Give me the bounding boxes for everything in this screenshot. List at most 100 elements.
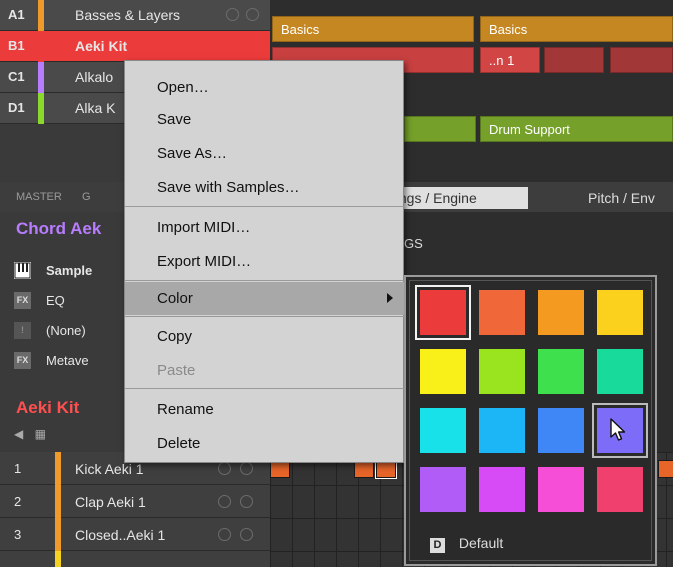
menu-item-copy[interactable]: Copy <box>125 320 405 353</box>
group-id: C1 <box>8 69 25 84</box>
pad-color-strip <box>55 551 61 567</box>
pad-row[interactable]: 2 Clap Aeki 1 <box>0 485 270 518</box>
pad-name: Clap Aeki 1 <box>75 494 146 510</box>
menu-item-export-midi[interactable]: Export MIDI… <box>125 245 405 278</box>
kit-toolbar: ◀ ▦ <box>14 427 46 441</box>
color-swatch[interactable] <box>415 285 471 340</box>
color-swatch[interactable] <box>479 467 525 512</box>
menu-item-import-midi[interactable]: Import MIDI… <box>125 211 405 244</box>
color-swatch[interactable] <box>479 290 525 335</box>
default-color-option[interactable]: D Default <box>430 535 503 553</box>
tab-group[interactable]: G <box>82 191 91 203</box>
mute-knob[interactable] <box>218 462 231 475</box>
color-swatch[interactable] <box>597 290 643 335</box>
default-badge: D <box>430 538 445 553</box>
color-swatch[interactable] <box>420 408 466 453</box>
group-color-strip <box>38 62 44 93</box>
menu-item-save-as[interactable]: Save As… <box>125 137 405 170</box>
pad-number: 1 <box>14 461 22 476</box>
color-swatch[interactable] <box>538 467 584 512</box>
module-name: (None) <box>46 323 86 338</box>
menu-separator <box>125 206 405 207</box>
clip-block[interactable] <box>404 116 476 142</box>
solo-knob[interactable] <box>246 8 259 21</box>
pad-color-strip <box>55 452 61 485</box>
clip-block[interactable] <box>544 47 604 73</box>
note-event[interactable] <box>658 460 673 478</box>
tab-pitch-env[interactable]: Pitch / Env <box>588 190 655 206</box>
menu-item-paste: Paste <box>157 362 196 379</box>
group-name: Basses & Layers <box>75 7 181 23</box>
group-color-strip <box>38 0 44 31</box>
menu-separator <box>125 316 405 317</box>
menu-item-delete[interactable]: Delete <box>125 427 405 460</box>
solo-knob[interactable] <box>240 528 253 541</box>
mute-knob[interactable] <box>226 8 239 21</box>
solo-knob[interactable] <box>240 462 253 475</box>
group-color-strip <box>38 93 44 124</box>
menu-item-open[interactable]: Open… <box>125 71 405 104</box>
keyboard-icon <box>14 262 31 279</box>
submenu-arrow-icon <box>387 293 393 303</box>
module-name: Sample <box>46 263 93 278</box>
empty-slot-icon: ! <box>14 322 31 339</box>
group-name: Alkalo <box>75 69 114 85</box>
menu-separator <box>125 280 405 281</box>
clip-block[interactable] <box>610 47 673 73</box>
mute-knob[interactable] <box>218 495 231 508</box>
settings-section-label: GS <box>404 236 423 251</box>
kit-title: Aeki Kit <box>16 398 80 417</box>
grid-icon[interactable]: ▦ <box>35 427 46 441</box>
pad-row[interactable] <box>0 551 270 567</box>
menu-item-color[interactable]: Color <box>125 282 405 315</box>
color-swatch[interactable] <box>597 467 643 512</box>
group-row-a1[interactable]: A1 Basses & Layers <box>0 0 270 31</box>
color-submenu: D Default <box>404 275 657 566</box>
color-swatch[interactable] <box>538 349 584 394</box>
tab-master[interactable]: MASTER <box>16 191 62 203</box>
fx-icon: FX <box>14 292 31 309</box>
pad-color-strip <box>55 518 61 551</box>
menu-item-rename[interactable]: Rename <box>125 393 405 426</box>
group-id: A1 <box>8 7 25 22</box>
menu-item-save-with-samples[interactable]: Save with Samples… <box>125 171 405 204</box>
pad-name: Kick Aeki 1 <box>75 461 144 477</box>
group-name: Aeki Kit <box>75 38 128 54</box>
group-row-b1[interactable]: B1 Aeki Kit <box>0 31 270 62</box>
color-swatch[interactable] <box>538 408 584 453</box>
clip-block[interactable]: Basics <box>272 16 474 42</box>
pad-number: 2 <box>14 494 22 509</box>
color-swatch-grid: D Default <box>409 280 652 561</box>
color-swatch[interactable] <box>420 349 466 394</box>
color-swatch[interactable] <box>597 349 643 394</box>
color-swatch[interactable] <box>538 290 584 335</box>
group-color-strip <box>38 31 44 62</box>
sound-title: Chord Aek <box>16 219 102 238</box>
color-swatch[interactable] <box>420 467 466 512</box>
clip-block[interactable]: ..n 1 <box>480 47 540 73</box>
fx-icon: FX <box>14 352 31 369</box>
mute-knob[interactable] <box>218 528 231 541</box>
pad-name: Closed..Aeki 1 <box>75 527 166 543</box>
context-menu: Open… Save Save As… Save with Samples… I… <box>124 60 405 463</box>
solo-knob[interactable] <box>240 495 253 508</box>
color-swatch[interactable] <box>592 403 648 458</box>
pad-number: 3 <box>14 527 22 542</box>
default-label: Default <box>458 535 504 551</box>
module-name: EQ <box>46 293 65 308</box>
pad-row[interactable]: 3 Closed..Aeki 1 <box>0 518 270 551</box>
menu-item-label: Color <box>157 290 193 307</box>
module-name: Metave <box>46 353 89 368</box>
color-swatch[interactable] <box>479 349 525 394</box>
menu-separator <box>125 388 405 389</box>
clip-block[interactable]: Drum Support <box>480 116 673 142</box>
mouse-cursor-icon <box>609 418 627 447</box>
speaker-icon[interactable]: ◀ <box>14 427 23 441</box>
group-id: D1 <box>8 100 25 115</box>
menu-item-save[interactable]: Save <box>125 103 405 136</box>
group-name: Alka K <box>75 100 116 116</box>
clip-block[interactable]: Basics <box>480 16 673 42</box>
pad-color-strip <box>55 485 61 518</box>
color-swatch[interactable] <box>479 408 525 453</box>
group-id: B1 <box>8 38 25 53</box>
